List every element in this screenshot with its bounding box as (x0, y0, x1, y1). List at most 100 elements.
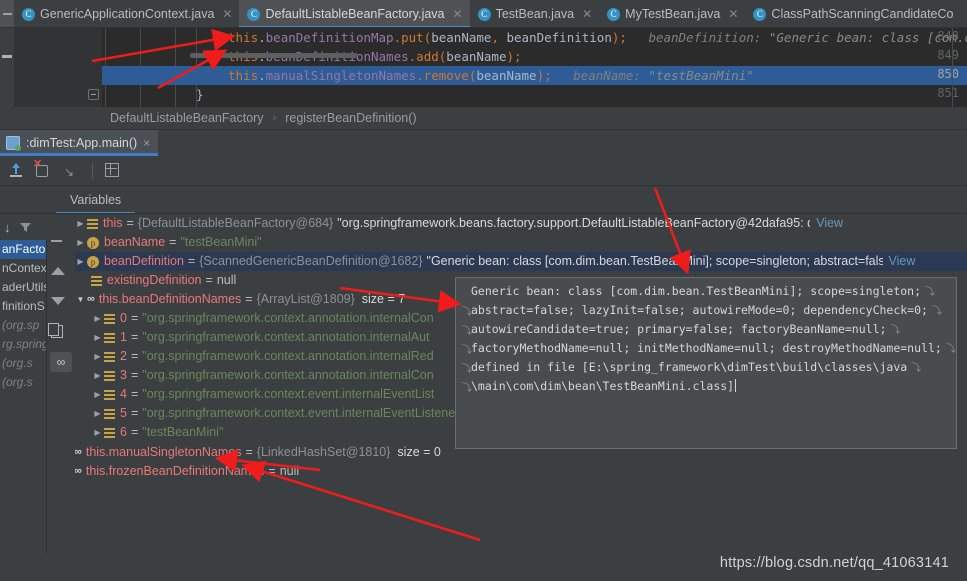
code-editor[interactable]: 848 849 850 851 this.beanDefinitionMap.p… (0, 28, 967, 107)
watermark: https://blog.csdn.net/qq_41063141 (719, 555, 949, 571)
variable-value: "org.springframework.context.annotation.… (142, 368, 434, 382)
variable-index: 6 (120, 425, 127, 439)
variable-value: "Generic bean: class [com.dim.bean.TestB… (426, 254, 883, 268)
variable-value: "org.springframework.context.annotation.… (142, 349, 434, 363)
popup-line-text: defined in file [E:\spring_framework\dim… (471, 360, 908, 374)
frames-panel-header (0, 186, 47, 214)
equals-sign: = (187, 254, 196, 268)
view-link[interactable]: View (883, 252, 916, 271)
code-token: ); (506, 49, 522, 64)
triangle-down-icon[interactable] (51, 292, 71, 310)
variable-value: "org.springframework.context.annotation.… (142, 330, 430, 344)
code-token: } (196, 87, 204, 102)
variable-value: "org.springframework.context.event.inter… (142, 406, 502, 420)
copy-icon[interactable] (48, 322, 71, 340)
code-token: . (258, 30, 266, 45)
chevron-right-icon[interactable]: ▶ (74, 233, 87, 252)
toolbar-divider (92, 162, 93, 179)
close-icon[interactable]: ✕ (728, 8, 738, 20)
minus-icon[interactable] (51, 232, 71, 250)
chevron-right-icon[interactable]: ▶ (91, 385, 104, 404)
chevron-right-icon[interactable]: ▶ (91, 347, 104, 366)
editor-tab-label: MyTestBean.java (625, 7, 721, 21)
popup-line-text: factoryMethodName=null; initMethodName=n… (471, 341, 942, 355)
variable-index: 4 (120, 387, 127, 401)
variable-index: 0 (120, 311, 127, 325)
field-icon (104, 313, 115, 324)
popup-line-text: abstract=false; lazyInit=false; autowire… (471, 303, 928, 317)
frame-item[interactable]: (org.sp (0, 316, 47, 335)
step-out-icon[interactable] (8, 162, 24, 179)
popup-line: ⤵ factoryMethodName=null; initMethodName=… (462, 339, 956, 358)
frame-item[interactable]: finitionS (0, 297, 47, 316)
close-icon[interactable]: × (143, 136, 150, 150)
variable-value: "org.springframework.beans.factory.suppo… (337, 216, 810, 230)
variable-name: this (103, 216, 123, 230)
frame-item[interactable]: rg.spring (0, 335, 47, 354)
frame-item[interactable]: (org.s (0, 373, 47, 392)
variable-index: 1 (120, 330, 127, 344)
frame-item[interactable]: nContex (0, 259, 47, 278)
tab-variables[interactable]: Variables (56, 186, 136, 214)
value-tooltip-popup[interactable]: Generic bean: class [com.dim.bean.TestBe… (455, 277, 957, 449)
debug-session-bar: :dimTest:App.main() × (0, 130, 967, 156)
frame-item[interactable]: aderUtils (0, 278, 47, 297)
calculator-icon[interactable] (105, 163, 121, 179)
equals-sign: = (169, 235, 177, 249)
breadcrumb-class[interactable]: DefaultListableBeanFactory (110, 111, 264, 125)
close-icon[interactable]: ✕ (582, 8, 592, 20)
editor-scrollbar-top[interactable] (190, 53, 358, 58)
variable-row-beandefinition[interactable]: ▶ p beanDefinition = {ScannedGenericBean… (47, 252, 967, 271)
equals-sign: = (245, 292, 253, 306)
close-icon[interactable]: ✕ (222, 8, 232, 20)
variable-value: null (216, 273, 237, 287)
variable-row-beanname[interactable]: ▶ p beanName = "testBeanMini" (47, 233, 967, 252)
chevron-right-icon[interactable]: ▶ (91, 423, 104, 442)
watch-icon: ∞ (87, 293, 95, 305)
tab-list-toggle[interactable] (0, 0, 14, 27)
popup-line-text: \main\com\dim\bean\TestBeanMini.class] (471, 379, 735, 393)
editor-tab-my-test-bean[interactable]: C MyTestBean.java ✕ (599, 0, 745, 27)
view-link[interactable]: View (810, 214, 843, 233)
editor-tab-generic-application-context[interactable]: C GenericApplicationContext.java ✕ (14, 0, 239, 27)
fold-marker-icon[interactable] (88, 89, 99, 100)
frames-list[interactable]: anFactor nContex aderUtils finitionS (or… (0, 214, 47, 554)
filter-icon[interactable] (19, 222, 31, 233)
code-token: beanDefinitionMap (265, 30, 394, 45)
variable-row-this[interactable]: + ▶ this = {DefaultListableBeanFactory@6… (47, 214, 967, 233)
variable-name: this.manualSingletonNames (85, 445, 242, 459)
code-line-851: } (196, 85, 204, 104)
breadcrumb-method[interactable]: registerBeanDefinition() (285, 111, 416, 125)
chevron-right-icon[interactable]: ▶ (91, 366, 104, 385)
chevron-right-icon[interactable]: ▶ (74, 214, 87, 233)
frame-item[interactable]: anFactor (0, 240, 47, 259)
triangle-up-icon[interactable] (51, 262, 71, 280)
variable-ref: {ArrayList@1809} (256, 292, 355, 306)
text-caret (735, 379, 737, 392)
variable-ref: {DefaultListableBeanFactory@684} (137, 216, 334, 230)
arrow-down-icon[interactable]: ↓ (4, 221, 11, 234)
debug-session-tab[interactable]: :dimTest:App.main() × (0, 130, 159, 156)
java-class-icon: C (22, 7, 35, 21)
glasses-icon[interactable]: ∞ (50, 352, 72, 372)
force-step-into-icon[interactable]: ✕ (33, 158, 52, 179)
frames-mini-toolbar: ∞ (47, 214, 75, 554)
chevron-right-icon[interactable]: ▶ (74, 252, 87, 271)
drop-frame-icon[interactable]: ↘ (64, 163, 80, 179)
chevron-right-icon[interactable]: ▶ (91, 404, 104, 423)
chevron-right-icon[interactable]: ▶ (91, 328, 104, 347)
editor-tab-test-bean[interactable]: C TestBean.java ✕ (470, 0, 600, 27)
code-token: . (258, 68, 266, 83)
variable-row-frozenbeandefinitionnames[interactable]: ∞ this.frozenBeanDefinitionNames = null (47, 462, 967, 481)
editor-tab-class-path-scanning[interactable]: C ClassPathScanningCandidateCo (745, 0, 960, 27)
debug-session-label: :dimTest:App.main() (26, 136, 138, 150)
line-number: 851 (937, 86, 959, 100)
debugger-panel-tab-strip: Variables (0, 186, 967, 214)
editor-tab-default-listable-bean-factory[interactable]: C DefaultListableBeanFactory.java ✕ (239, 0, 470, 27)
close-icon[interactable]: ✕ (453, 8, 463, 20)
chevron-right-icon[interactable]: ▶ (91, 309, 104, 328)
collapse-all-icon[interactable] (2, 55, 12, 58)
equals-sign: = (130, 387, 139, 401)
frame-item[interactable]: (org.s (0, 354, 47, 373)
chevron-down-icon[interactable]: ▼ (74, 290, 87, 309)
